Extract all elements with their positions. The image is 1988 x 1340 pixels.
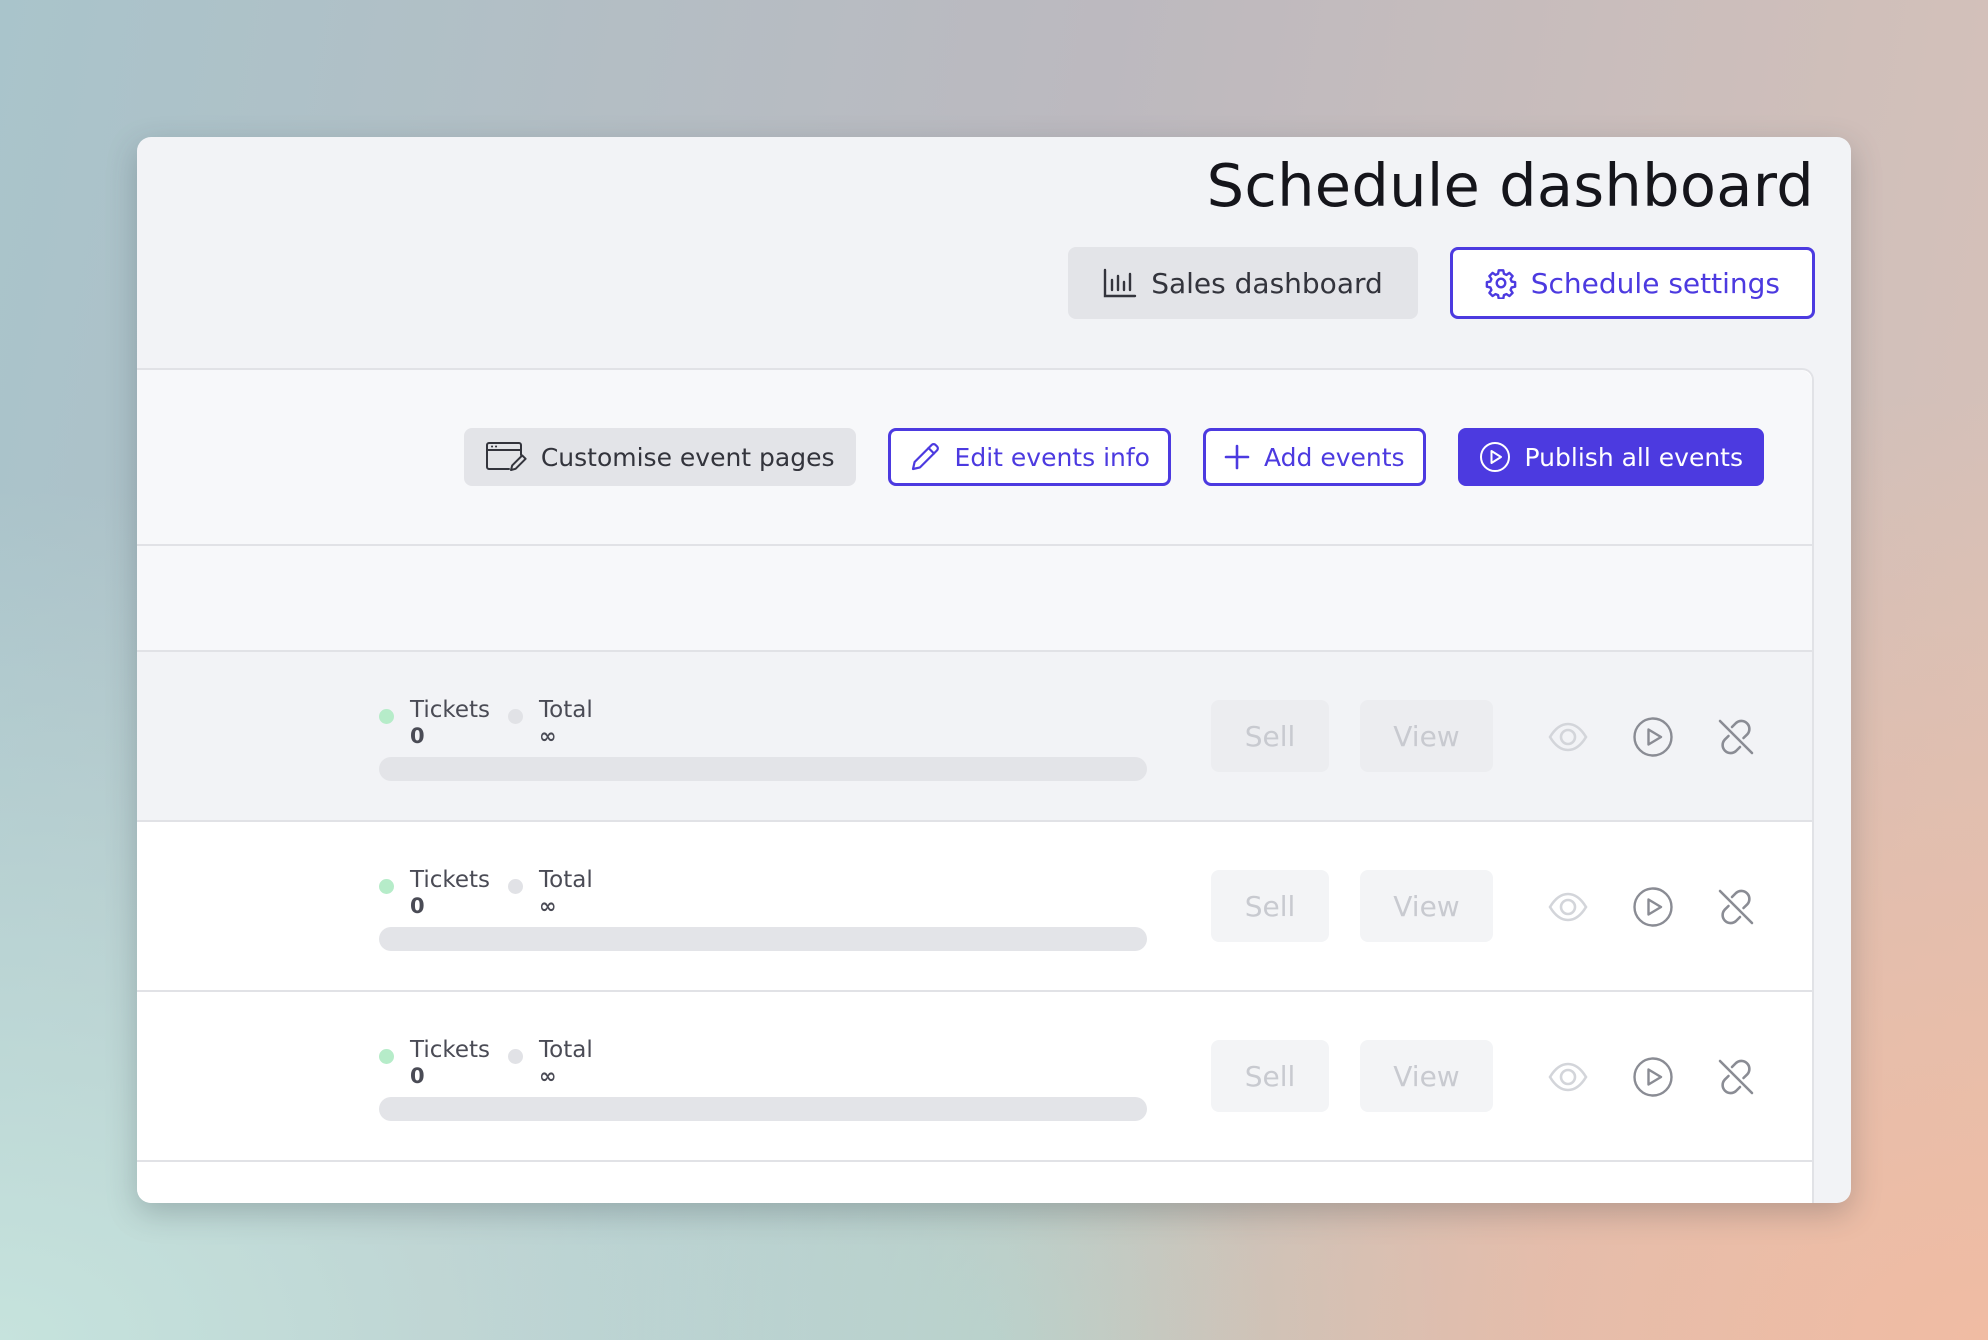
tickets-label: Tickets [410, 867, 491, 893]
events-panel: Customise event pages Edit events info A… [137, 368, 1814, 1203]
tickets-label: Tickets [410, 1037, 491, 1063]
plus-icon [1224, 444, 1250, 470]
publish-all-events-button[interactable]: Publish all events [1457, 428, 1764, 486]
events-toolbar: Customise event pages Edit events info A… [137, 370, 1812, 546]
schedule-settings-button[interactable]: Schedule settings [1449, 247, 1815, 319]
schedule-dashboard-window: Schedule dashboard Sales dashboard Sched… [137, 137, 1851, 1203]
total-label: Total [539, 1037, 593, 1063]
unlink-icon[interactable] [1715, 1056, 1757, 1098]
tickets-dot [379, 709, 394, 724]
total-dot [508, 1049, 524, 1064]
sales-dashboard-label: Sales dashboard [1151, 266, 1383, 300]
add-events-button[interactable]: Add events [1202, 428, 1426, 486]
view-button[interactable]: View [1360, 870, 1493, 942]
total-stat: Total ∞ [508, 866, 593, 918]
event-row: Tickets 0 Total ∞ Sell View [137, 992, 1812, 1162]
play-circle-icon[interactable] [1632, 1056, 1674, 1098]
total-stat: Total ∞ [508, 696, 593, 748]
sales-dashboard-button[interactable]: Sales dashboard [1068, 247, 1418, 319]
tickets-stat: Tickets 0 [379, 1036, 490, 1088]
event-stats: Tickets 0 Total ∞ [379, 1036, 593, 1088]
play-circle-icon [1479, 441, 1511, 473]
ticket-progress-bar [379, 927, 1147, 951]
tickets-stat: Tickets 0 [379, 866, 490, 918]
pencil-icon [909, 441, 941, 473]
browser-edit-icon [485, 441, 527, 473]
edit-events-info-button[interactable]: Edit events info [887, 428, 1171, 486]
header-actions: Sales dashboard Schedule settings [1068, 247, 1815, 319]
schedule-settings-label: Schedule settings [1530, 266, 1780, 300]
view-button[interactable]: View [1360, 700, 1493, 772]
unlink-icon[interactable] [1715, 716, 1757, 758]
event-row: Tickets 0 Total ∞ Sell View [137, 652, 1812, 822]
total-value: ∞ [539, 894, 557, 918]
tickets-value: 0 [410, 894, 425, 918]
ticket-progress-bar [379, 1097, 1147, 1121]
sell-button[interactable]: Sell [1211, 1040, 1329, 1112]
event-row: Tickets 0 Total ∞ Sell View [137, 822, 1812, 992]
tickets-value: 0 [410, 1064, 425, 1088]
play-circle-icon[interactable] [1632, 716, 1674, 758]
tickets-stat: Tickets 0 [379, 696, 490, 748]
tickets-dot [379, 1049, 394, 1064]
total-label: Total [539, 867, 593, 893]
gear-icon [1485, 267, 1517, 299]
play-circle-icon[interactable] [1632, 886, 1674, 928]
total-dot [508, 709, 524, 724]
publish-all-events-label: Publish all events [1524, 442, 1743, 472]
bar-chart-icon [1103, 268, 1137, 298]
sell-button[interactable]: Sell [1211, 700, 1329, 772]
list-header-spacer [137, 546, 1812, 652]
ticket-progress-bar [379, 757, 1147, 781]
eye-icon[interactable] [1547, 716, 1589, 758]
total-value: ∞ [539, 1064, 557, 1088]
event-stats: Tickets 0 Total ∞ [379, 696, 593, 748]
view-button[interactable]: View [1360, 1040, 1493, 1112]
total-stat: Total ∞ [508, 1036, 593, 1088]
total-label: Total [539, 697, 593, 723]
sell-button[interactable]: Sell [1211, 870, 1329, 942]
eye-icon[interactable] [1547, 1056, 1589, 1098]
customise-event-pages-button[interactable]: Customise event pages [463, 428, 856, 486]
total-value: ∞ [539, 724, 557, 748]
add-events-label: Add events [1263, 442, 1405, 472]
customise-event-pages-label: Customise event pages [540, 442, 835, 472]
tickets-value: 0 [410, 724, 425, 748]
tickets-dot [379, 879, 394, 894]
eye-icon[interactable] [1547, 886, 1589, 928]
unlink-icon[interactable] [1715, 886, 1757, 928]
page-title: Schedule dashboard [1206, 151, 1814, 220]
tickets-label: Tickets [410, 697, 491, 723]
event-stats: Tickets 0 Total ∞ [379, 866, 593, 918]
edit-events-info-label: Edit events info [954, 442, 1150, 472]
total-dot [508, 879, 524, 894]
